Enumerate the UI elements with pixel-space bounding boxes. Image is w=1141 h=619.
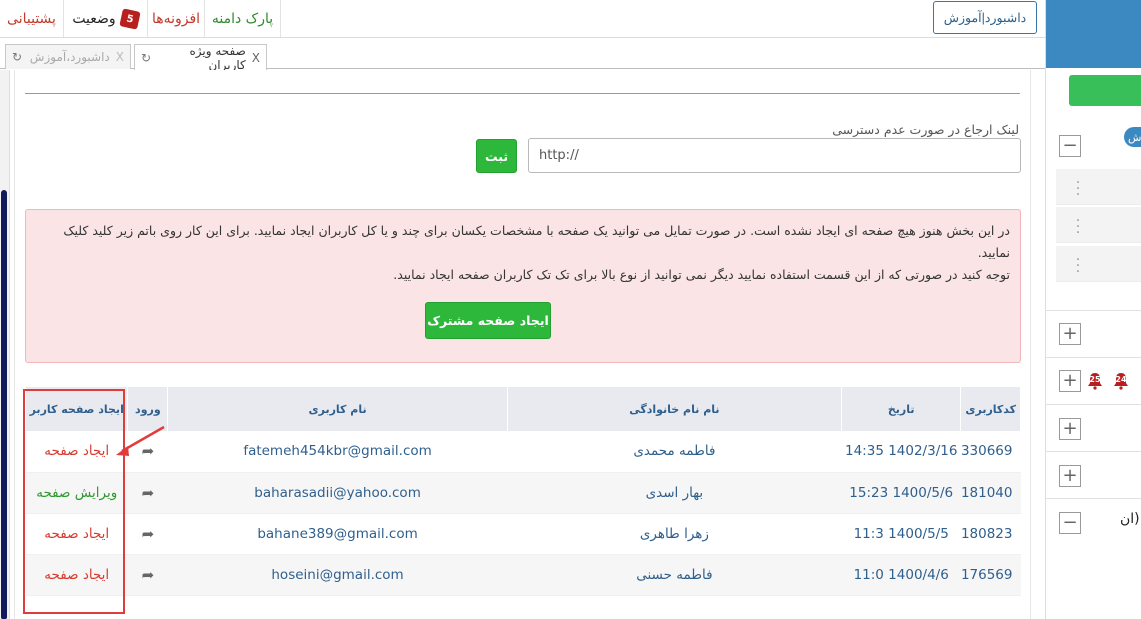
save-button[interactable]: ثبت: [476, 139, 517, 173]
top-nav: پشتیبانی وضعیت 5 افزونه‌ها پارک دامنه: [0, 0, 281, 37]
sidebar-section-label: ان): [1120, 511, 1140, 527]
fallback-url-input[interactable]: [528, 138, 1021, 173]
minus-icon[interactable]: −: [1059, 512, 1081, 534]
header-username[interactable]: نام کاربری: [167, 387, 508, 431]
bell-count: 24: [1115, 375, 1127, 384]
close-icon[interactable]: X: [252, 51, 260, 65]
sidebar-row[interactable]: · · ·: [1056, 169, 1141, 205]
header-full-name[interactable]: نام نام خانوادگی: [506, 387, 842, 431]
dashboard-button[interactable]: داشبورد|آموزش: [933, 1, 1037, 34]
plus-icon[interactable]: +: [1059, 370, 1081, 392]
nav-support[interactable]: پشتیبانی: [0, 0, 64, 37]
nav-domain-park[interactable]: پارک دامنه: [205, 0, 281, 37]
alert-line-2: توجه کنید در صورتی که از این قسمت استفاد…: [393, 267, 1010, 282]
sidebar-row[interactable]: · · ·: [1056, 246, 1141, 282]
alert-line-1: در این بخش هنوز هیچ صفحه ای ایجاد نشده ا…: [63, 223, 1010, 260]
create-shared-page-button[interactable]: ایجاد صفحه مشترک: [425, 302, 551, 339]
divider: [25, 93, 1020, 94]
cell-date: 11:3 1400/5/5: [841, 513, 961, 555]
top-bar: پشتیبانی وضعیت 5 افزونه‌ها پارک دامنه دا…: [0, 0, 1045, 38]
refresh-icon[interactable]: ↻: [141, 51, 151, 65]
table-row: 176569 11:0 1400/4/6 فاطمه حسنی hoseini@…: [25, 554, 1021, 596]
plus-icon[interactable]: +: [1059, 323, 1081, 345]
cell-username: fatemeh454kbr@gmail.com: [167, 431, 508, 473]
cell-user-code: 181040: [960, 472, 1021, 514]
sidebar-header: [1046, 0, 1141, 68]
cell-full-name: بهار اسدی: [507, 472, 842, 514]
divider: [1046, 310, 1141, 311]
cell-full-name: زهرا طاهری: [507, 513, 842, 555]
nav-addons[interactable]: افزونه‌ها: [148, 0, 205, 37]
right-sidebar: ش − · · · · · · · · · + + 25 24 + + − ان): [1045, 0, 1141, 619]
tab-dashboard-label: داشبورد،آموزش: [29, 50, 110, 64]
divider: [1046, 357, 1141, 358]
close-icon[interactable]: X: [116, 50, 124, 64]
kebab-icon[interactable]: · · ·: [1074, 214, 1082, 240]
share-arrow-icon[interactable]: ➦: [127, 554, 168, 596]
info-alert: در این بخش هنوز هیچ صفحه ای ایجاد نشده ا…: [25, 209, 1021, 363]
cell-date: 15:23 1400/5/6: [841, 472, 961, 514]
tab-bar: ↻ داشبورد،آموزش X ↻ صفحه ویژه کاربران X: [0, 42, 1045, 72]
left-scrollbar[interactable]: [0, 70, 10, 619]
cell-username: baharasadii@yahoo.com: [167, 472, 508, 514]
plus-icon[interactable]: +: [1059, 418, 1081, 440]
cell-user-code: 176569: [960, 554, 1021, 596]
sidebar-row[interactable]: · · ·: [1056, 207, 1141, 243]
tab-dashboard[interactable]: ↻ داشبورد،آموزش X: [5, 44, 131, 69]
sidebar-green-button[interactable]: [1069, 75, 1141, 106]
scrollbar-thumb[interactable]: [1, 190, 7, 619]
nav-status-label: وضعیت: [72, 10, 116, 27]
fallback-link-label: لینک ارجاع در صورت عدم دسترسی: [832, 122, 1019, 137]
tab-user-pages[interactable]: ↻ صفحه ویژه کاربران X: [134, 43, 267, 72]
cell-date: 11:0 1400/4/6: [841, 554, 961, 596]
main-panel: لینک ارجاع در صورت عدم دسترسی ثبت در این…: [14, 70, 1031, 619]
table-row: 180823 11:3 1400/5/5 زهرا طاهری bahane38…: [25, 513, 1021, 555]
kebab-icon[interactable]: · · ·: [1074, 253, 1082, 279]
tab-user-pages-label: صفحه ویژه کاربران: [189, 43, 246, 72]
cell-date: 14:35 1402/3/16: [841, 431, 961, 473]
table-row: 181040 15:23 1400/5/6 بهار اسدی baharasa…: [25, 472, 1021, 514]
nav-status[interactable]: وضعیت 5: [64, 0, 148, 37]
nav-addons-label: افزونه‌ها: [151, 10, 201, 27]
cell-user-code: 330669: [960, 431, 1021, 473]
nav-domain-park-label: پارک دامنه: [211, 10, 274, 27]
divider: [1046, 498, 1141, 499]
share-arrow-icon[interactable]: ➦: [127, 472, 168, 514]
annotation-arrow-icon: [116, 425, 165, 456]
header-date[interactable]: تاریخ: [840, 387, 962, 431]
cell-full-name: فاطمه محمدی: [507, 431, 842, 473]
plus-icon[interactable]: +: [1059, 465, 1081, 487]
divider: [1046, 404, 1141, 405]
kebab-icon[interactable]: · · ·: [1074, 176, 1082, 202]
share-arrow-icon[interactable]: ➦: [127, 513, 168, 555]
cell-full-name: فاطمه حسنی: [507, 554, 842, 596]
cell-username: hoseini@gmail.com: [167, 554, 508, 596]
refresh-icon[interactable]: ↻: [12, 50, 22, 64]
divider: [1046, 451, 1141, 452]
cell-username: bahane389@gmail.com: [167, 513, 508, 555]
status-icon: 5: [119, 7, 141, 30]
sidebar-badge: ش: [1124, 127, 1141, 147]
minus-icon[interactable]: −: [1059, 135, 1081, 157]
users-table: کدکاربری تاریخ نام نام خانوادگی نام کارب…: [24, 387, 1021, 597]
header-user-code[interactable]: کدکاربری: [960, 387, 1021, 431]
cell-user-code: 180823: [960, 513, 1021, 555]
nav-support-label: پشتیبانی: [7, 10, 56, 27]
bell-count: 25: [1089, 375, 1101, 384]
